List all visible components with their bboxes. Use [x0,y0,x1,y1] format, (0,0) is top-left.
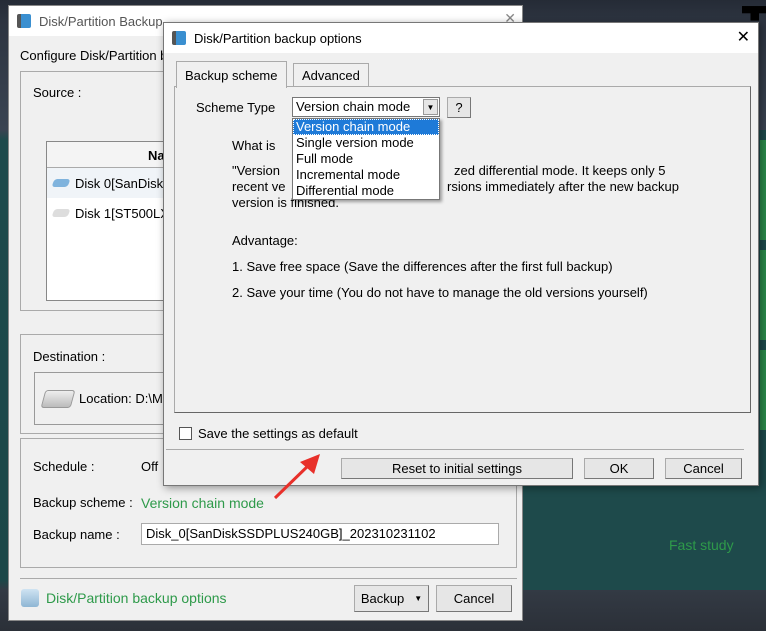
option-differential[interactable]: Differential mode [293,183,439,199]
tab-backup-scheme[interactable]: Backup scheme [176,61,287,88]
drive-icon [40,389,76,408]
schedule-label: Schedule : [33,459,95,474]
description-text: recent ve [232,179,286,194]
option-incremental[interactable]: Incremental mode [293,167,439,183]
checkbox-label: Save the settings as default [198,426,358,441]
ssd-icon [51,179,71,187]
description-text: rsions immediately after the new backup [447,179,679,194]
background-accent [760,140,766,240]
disk-name: Disk 1[ST500LX [75,205,169,221]
location-box[interactable]: Location: D:\MC [34,372,179,425]
configure-label: Configure Disk/Partition b [20,48,168,63]
location-text: Location: D:\MC [79,391,173,406]
background-accent [760,350,766,430]
scheme-label: Backup scheme : [33,495,133,510]
schedule-value[interactable]: Off [141,459,158,474]
backup-options-link[interactable]: Disk/Partition backup options [46,590,227,606]
dialog-title: Disk/Partition backup options [194,30,362,46]
backup-name-input[interactable]: Disk_0[SanDiskSSDPLUS240GB]_202310231102 [141,523,499,545]
backup-name-label: Backup name : [33,527,120,542]
option-full[interactable]: Full mode [293,151,439,167]
reset-button[interactable]: Reset to initial settings [341,458,573,479]
scheme-panel: Scheme Type Version chain mode ▼ ? Versi… [174,86,751,413]
advantage-item: 1. Save free space (Save the differences… [232,259,613,274]
option-single-version[interactable]: Single version mode [293,135,439,151]
scheme-value[interactable]: Version chain mode [141,495,264,511]
advantage-label: Advantage: [232,233,298,248]
dialog-cancel-button[interactable]: Cancel [665,458,742,479]
description-text: "Version [232,163,280,178]
advantage-item: 2. Save your time (You do not have to ma… [232,285,648,300]
chevron-down-icon[interactable]: ▼ [423,99,438,115]
ok-button[interactable]: OK [584,458,654,479]
window-title: Disk/Partition Backup [39,13,163,29]
hdd-icon [51,209,71,217]
checkbox[interactable] [179,427,192,440]
scheme-dropdown: Version chain mode Single version mode F… [292,118,440,200]
option-version-chain[interactable]: Version chain mode [293,119,439,135]
dropdown-arrow-icon: ▼ [414,594,423,603]
app-icon [17,14,31,28]
help-button[interactable]: ? [447,97,471,118]
close-icon[interactable]: ✕ [737,27,750,47]
backup-button[interactable]: Backup ▼ [354,585,429,612]
description-text: zed differential mode. It keeps only 5 [454,163,666,178]
save-default-checkbox[interactable]: Save the settings as default [179,426,358,441]
divider [20,578,517,579]
dialog-titlebar: Disk/Partition backup options [164,23,758,53]
backup-options-dialog: Disk/Partition backup options ✕ Backup s… [163,22,759,486]
fast-study-text: Fast study [669,537,734,553]
scheme-type-select[interactable]: Version chain mode ▼ [292,97,440,117]
app-icon [172,31,186,45]
tab-advanced[interactable]: Advanced [293,63,369,87]
options-icon [21,589,39,607]
skin-icon[interactable]: ▀█▀ [742,6,766,20]
scheme-type-label: Scheme Type [196,100,276,115]
what-is-label: What is [232,138,276,153]
divider [166,449,744,450]
background-accent [760,250,766,340]
annotation-arrow-icon [273,454,320,500]
disk-name: Disk 0[SanDisk [75,175,164,191]
destination-label: Destination : [33,349,106,364]
cancel-button[interactable]: Cancel [436,585,512,612]
source-label: Source : [33,85,82,100]
